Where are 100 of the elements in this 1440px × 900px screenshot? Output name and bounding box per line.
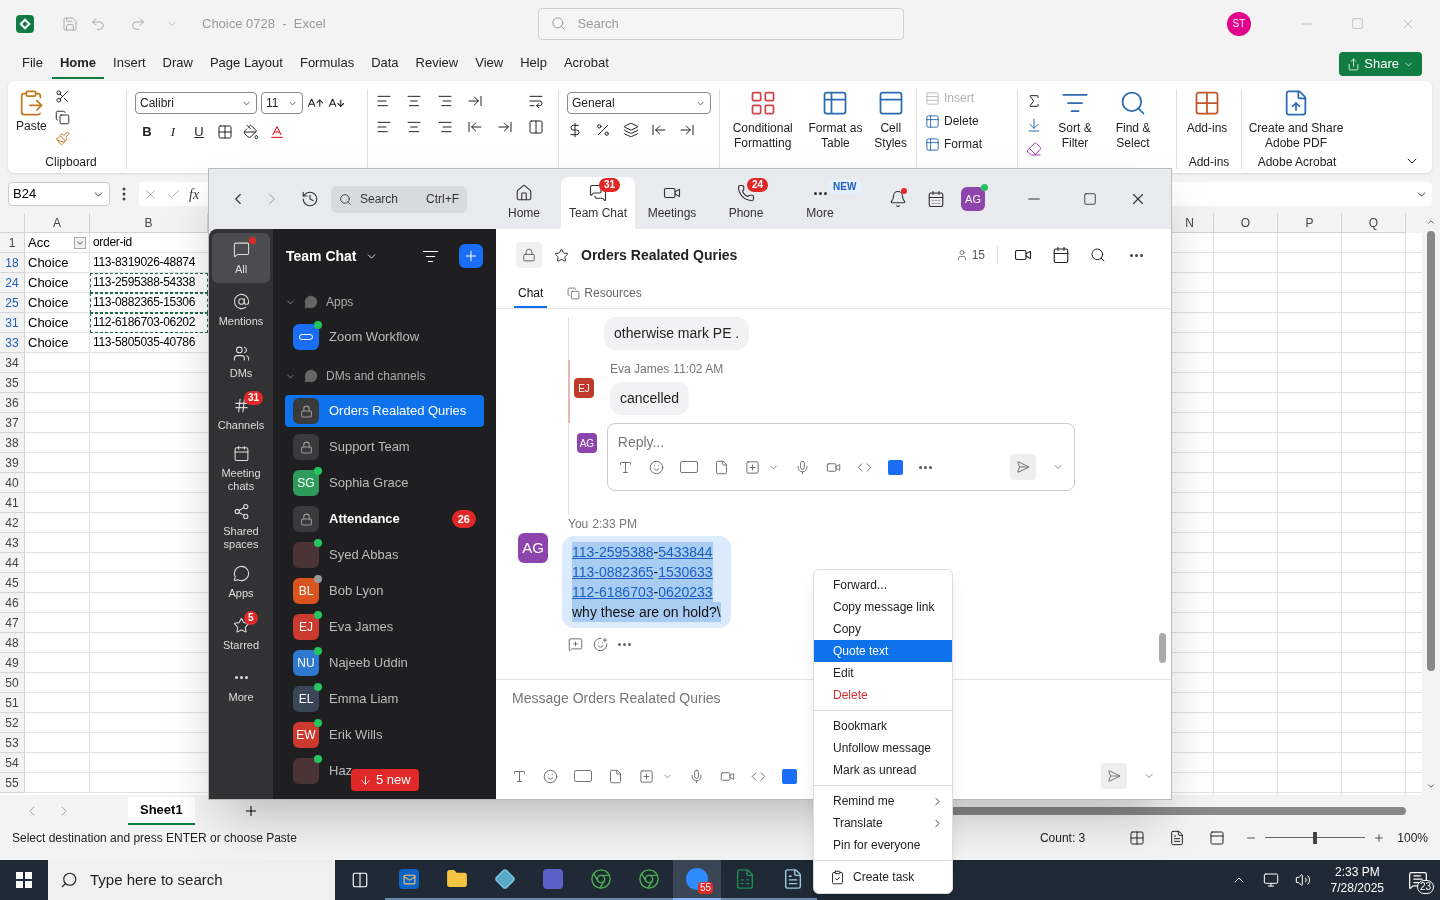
menu-item[interactable]: Copy [814,618,952,640]
message-link[interactable]: 113-0882365 [572,564,654,580]
gif-icon[interactable] [574,770,592,782]
increase-indent-icon[interactable] [497,119,514,135]
align-left-icon[interactable] [376,119,392,135]
chat-list-item[interactable]: Syed Abbas [285,539,484,571]
send-button[interactable] [1101,763,1127,789]
chat-list-item[interactable]: NU Najeeb Uddin [285,647,484,679]
menu-item[interactable]: Translate [814,812,952,834]
rail-item[interactable]: DMs [212,337,270,387]
reply-icon[interactable] [568,637,583,652]
calendar-icon[interactable] [1052,246,1070,264]
send-button[interactable] [1010,454,1036,480]
add-reaction-icon[interactable] [593,637,608,652]
menu-item[interactable]: Forward... [814,574,952,596]
rail-item[interactable]: All [212,233,270,283]
rail-item[interactable]: Apps [212,557,270,607]
sheet-tab[interactable]: Sheet1 [128,797,195,825]
font-color-icon[interactable] [269,123,285,140]
align-top-icon[interactable] [376,93,392,109]
chat-list-item[interactable]: Orders Realated Quries [285,395,484,427]
menu-item[interactable]: Edit [814,662,952,684]
insert-function-button[interactable]: fx [189,183,200,205]
styles-button[interactable]: Cell Styles [869,89,912,151]
format-painter-icon[interactable] [54,131,70,146]
chat-list-item[interactable]: BL Bob Lyon [285,575,484,607]
microphone-icon[interactable] [689,768,704,784]
menu-tab[interactable]: Page Layout [201,49,291,79]
cells-button[interactable]: Delete [925,112,1009,130]
more-icon[interactable] [1130,253,1143,257]
zoom-slider-thumb[interactable] [1313,832,1318,844]
styles-button[interactable]: Conditional Formatting [724,89,802,151]
copy-icon[interactable] [54,110,70,125]
menu-item[interactable]: Quote text [814,640,952,662]
menu-tab[interactable]: Draw [154,49,201,79]
chat-list-item[interactable]: Support Team [285,431,484,463]
reply-field[interactable]: Reply... [606,423,1075,491]
gif-icon[interactable] [679,461,698,473]
profile-avatar[interactable]: AG [961,187,985,211]
notifications-icon[interactable] [889,190,907,208]
editing-button[interactable]: Find & Select [1108,89,1158,151]
volume-icon[interactable] [1294,872,1311,888]
menu-tab[interactable]: Home [51,49,105,79]
chat-list-item[interactable]: EJ Eva James [285,611,484,643]
menu-item[interactable]: Copy message link [814,596,952,618]
maximize-icon[interactable] [1083,192,1097,206]
search-field[interactable]: Search Ctrl+F [331,185,467,213]
menu-item[interactable]: Delete [814,684,952,706]
rail-item[interactable]: Shared spaces [212,499,270,555]
menu-tab[interactable]: Review [407,49,467,79]
lock-button[interactable] [516,242,542,268]
align-middle-icon[interactable] [406,93,423,109]
file-icon[interactable] [608,768,623,784]
app-icon[interactable] [782,768,797,784]
screenshot-icon[interactable] [639,768,654,784]
autosum-icon[interactable] [1026,93,1042,109]
bold-button[interactable]: B [139,122,155,142]
message-link[interactable]: 113-2595388 [572,544,654,560]
microphone-icon[interactable] [794,459,810,475]
menu-item[interactable]: Remind me [814,790,952,812]
chat-list-item[interactable]: Zoom Workflow [285,321,484,353]
formula-field[interactable] [1170,182,1432,206]
percent-icon[interactable] [595,122,611,138]
borders-icon[interactable] [217,123,233,140]
rail-item[interactable]: More [212,661,270,711]
align-bottom-icon[interactable] [436,93,453,109]
number-format-field[interactable]: General [567,92,711,114]
page-break-icon[interactable] [1209,830,1226,846]
task-view-icon[interactable] [351,871,369,889]
more-icon[interactable] [918,465,932,469]
name-box[interactable]: B24 [8,182,110,206]
chat-list-item[interactable]: EL Emma Liam [285,683,484,715]
history-icon[interactable] [301,190,319,208]
message-field[interactable]: Message Orders Realated Quries [512,688,721,709]
emoji-icon[interactable] [648,459,664,475]
nav-tab[interactable]: Meetings [635,177,709,229]
menu-tab[interactable]: View [467,49,512,79]
members-count[interactable]: 15 [955,246,998,264]
message-link[interactable]: 1530633 [658,564,713,580]
menu-tab[interactable]: Insert [105,49,154,79]
section-header[interactable]: DMs and channels [273,357,496,395]
options-icon[interactable] [122,187,127,201]
styles-button[interactable]: Format as Table [805,89,866,151]
app-icon[interactable] [887,459,903,475]
font-size-field[interactable]: 11 [261,92,303,114]
eraser-icon[interactable] [1026,141,1042,157]
menu-item[interactable]: Bookmark [814,715,952,737]
nav-tab[interactable]: 24 Phone [709,177,783,229]
menu-tab[interactable]: File [14,49,51,79]
decrease-indent-icon[interactable] [467,119,483,135]
page-layout-icon[interactable] [1169,830,1186,846]
calendar-icon[interactable] [927,190,945,208]
menu-item[interactable]: Mark as unread [814,759,952,781]
message-link[interactable]: 112-6186703 [572,584,654,600]
star-icon[interactable] [554,247,569,263]
scrollbar-thumb[interactable] [1159,633,1166,663]
format-text-icon[interactable] [617,459,633,475]
format-text-icon[interactable] [512,768,527,784]
filter-dropdown-icon[interactable] [74,237,86,249]
font-family-field[interactable]: Calibri [135,92,257,114]
